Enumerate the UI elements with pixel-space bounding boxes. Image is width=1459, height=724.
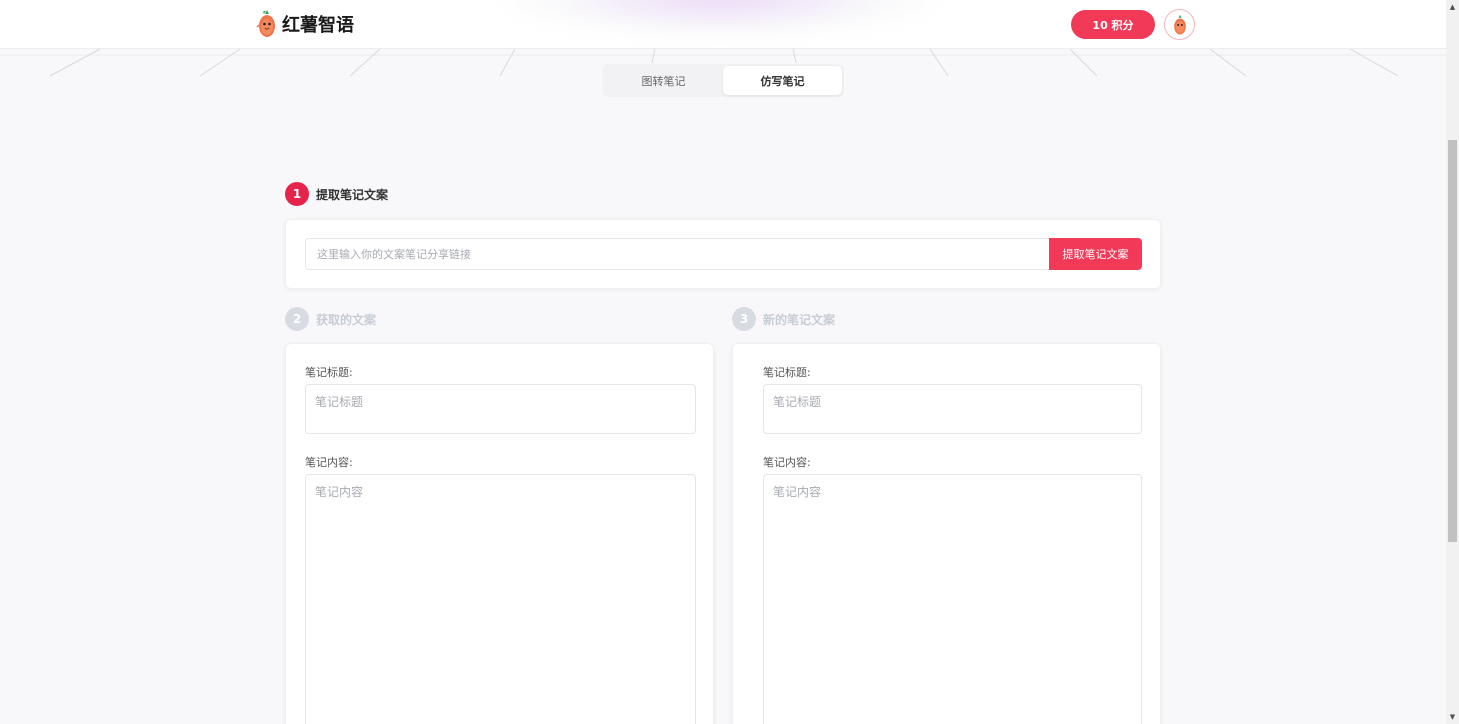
- scroll-up-arrow-icon[interactable]: ▲: [1446, 0, 1459, 14]
- points-badge[interactable]: 10 积分: [1071, 10, 1155, 39]
- extracted-title-field[interactable]: [305, 384, 696, 434]
- step-2-number: 2: [285, 307, 309, 331]
- step-1-title: 提取笔记文案: [316, 187, 389, 202]
- sweet-potato-mascot-icon: [256, 10, 275, 37]
- brand-logo[interactable]: 红薯智语: [256, 9, 354, 39]
- link-extract-card: 提取笔记文案: [285, 219, 1161, 289]
- new-content-label: 笔记内容:: [763, 456, 811, 469]
- step-1-heading: 1 提取笔记文案: [285, 182, 388, 206]
- new-title-field[interactable]: [763, 384, 1142, 434]
- extracted-content-label: 笔记内容:: [305, 456, 353, 469]
- new-note-card: 笔记标题: 笔记内容:: [732, 343, 1161, 724]
- page-scrollbar[interactable]: ▲ ▼: [1446, 0, 1459, 724]
- step-2-heading: 2 获取的文案: [285, 307, 376, 331]
- scrollbar-thumb[interactable]: [1448, 140, 1457, 542]
- scroll-down-arrow-icon[interactable]: ▼: [1446, 710, 1459, 724]
- tab-image-to-note[interactable]: 图转笔记: [604, 66, 723, 95]
- step-3-heading: 3 新的笔记文案: [732, 307, 835, 331]
- sweet-potato-mascot-icon: [1173, 14, 1186, 34]
- header-glow-decoration: [500, 0, 940, 40]
- new-title-label: 笔记标题:: [763, 366, 811, 379]
- step-3-number: 3: [732, 307, 756, 331]
- step-2-title: 获取的文案: [316, 312, 377, 327]
- user-avatar[interactable]: [1164, 9, 1195, 40]
- page: 红薯智语 10 积分 图转笔记 仿写笔记 1 提取笔记文案 这里输入你的文案笔记…: [0, 0, 1459, 724]
- extracted-content-field[interactable]: [305, 474, 696, 724]
- step-3-title: 新的笔记文案: [763, 312, 836, 327]
- share-link-input[interactable]: [305, 238, 1050, 270]
- new-content-field[interactable]: [763, 474, 1142, 724]
- brand-name: 红薯智语: [282, 15, 354, 36]
- extract-note-button[interactable]: 提取笔记文案: [1049, 238, 1142, 270]
- mode-tabs: 图转笔记 仿写笔记: [602, 64, 844, 97]
- extracted-title-label: 笔记标题:: [305, 366, 353, 379]
- step-1-number: 1: [285, 182, 309, 206]
- tab-rewrite-note[interactable]: 仿写笔记: [723, 66, 842, 95]
- extracted-note-card: 笔记标题: 笔记内容:: [285, 343, 714, 724]
- top-header: 红薯智语 10 积分: [0, 0, 1446, 49]
